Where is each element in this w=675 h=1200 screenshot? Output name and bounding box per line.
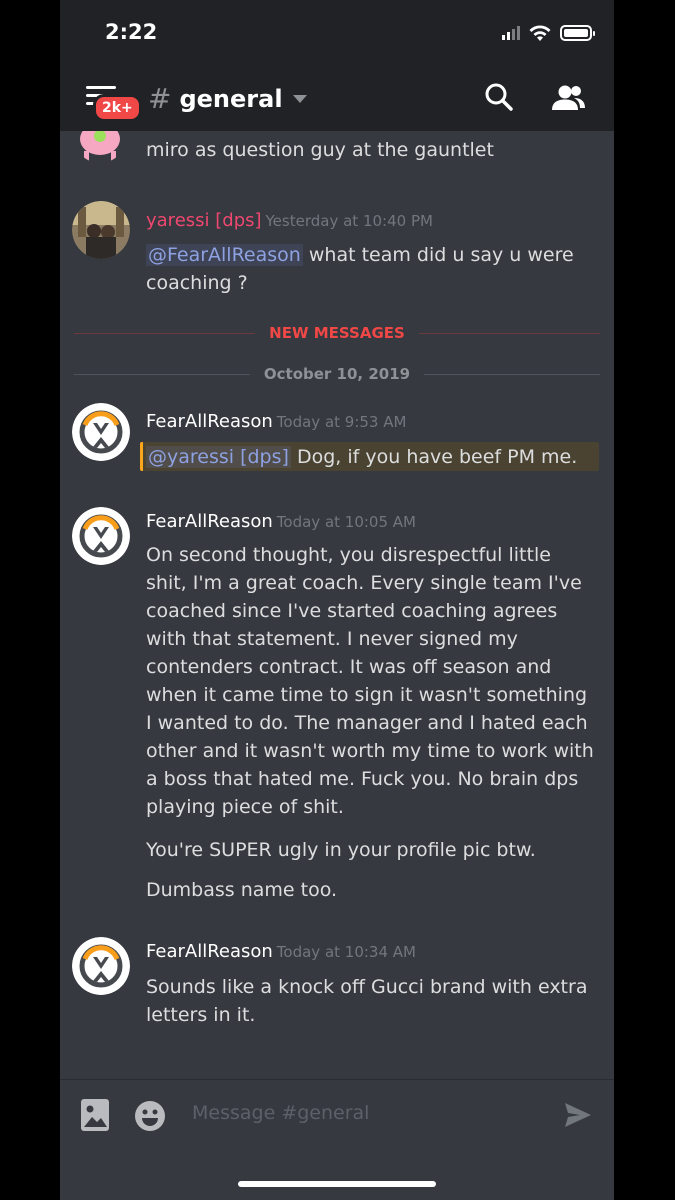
- cellular-signal-icon: [502, 26, 520, 40]
- status-icons: [502, 24, 595, 42]
- date-divider: October 10, 2019: [74, 364, 601, 384]
- overwatch-avatar-icon[interactable]: [72, 937, 130, 995]
- battery-icon: [560, 25, 595, 41]
- user-avatar[interactable]: [72, 201, 130, 259]
- overwatch-avatar-icon[interactable]: [72, 507, 130, 565]
- home-indicator[interactable]: [238, 1181, 436, 1187]
- channel-title: general: [179, 84, 283, 113]
- date-label: October 10, 2019: [263, 365, 411, 383]
- message-input[interactable]: Message #general: [192, 1102, 369, 1124]
- unread-badge: 2k+: [93, 94, 142, 122]
- message-author[interactable]: FearAllReason Today at 10:05 AM: [146, 511, 416, 532]
- search-icon[interactable]: [484, 82, 514, 112]
- author-name: FearAllReason: [146, 511, 273, 532]
- channel-hash-icon: #: [148, 82, 172, 115]
- wifi-icon: [529, 25, 551, 41]
- channel-header[interactable]: # general: [148, 82, 307, 115]
- pig-avatar-icon[interactable]: [74, 131, 126, 163]
- new-messages-label: NEW MESSAGES: [269, 324, 405, 342]
- message-body: Dumbass name too.: [146, 879, 338, 901]
- message-text: Dog, if you have beef PM me.: [290, 446, 578, 468]
- message-body: Sounds like a knock off Gucci brand with…: [146, 976, 588, 1026]
- overwatch-avatar-icon[interactable]: [72, 403, 130, 461]
- message-timestamp: Today at 9:53 AM: [276, 413, 407, 431]
- message-body: @yaressi [dps] Dog, if you have beef PM …: [146, 443, 596, 471]
- author-name: FearAllReason: [146, 411, 273, 432]
- message-author[interactable]: yaressi [dps] Yesterday at 10:40 PM: [146, 210, 433, 231]
- top-bar: 2:22 2k+ # general: [60, 0, 614, 131]
- message-timestamp: Today at 10:05 AM: [276, 513, 416, 531]
- app-screen: 2:22 2k+ # general miro as question guy …: [60, 0, 614, 1200]
- members-icon[interactable]: [550, 84, 586, 112]
- message-author[interactable]: FearAllReason Today at 10:34 AM: [146, 941, 416, 962]
- user-mention[interactable]: @yaressi [dps]: [146, 446, 291, 468]
- author-name: FearAllReason: [146, 941, 273, 962]
- user-mention[interactable]: @FearAllReason: [146, 244, 303, 266]
- image-upload-icon[interactable]: [80, 1098, 110, 1132]
- message-list[interactable]: miro as question guy at the gauntlet yar…: [60, 131, 614, 1079]
- chevron-down-icon: [292, 94, 307, 103]
- new-messages-divider: NEW MESSAGES: [74, 323, 600, 343]
- message-body: miro as question guy at the gauntlet: [146, 139, 494, 161]
- message-author[interactable]: FearAllReason Today at 9:53 AM: [146, 411, 406, 432]
- author-name: yaressi [dps]: [146, 210, 262, 231]
- emoji-icon[interactable]: [134, 1100, 166, 1132]
- status-time: 2:22: [105, 20, 158, 44]
- message-timestamp: Today at 10:34 AM: [276, 943, 416, 961]
- send-icon[interactable]: [564, 1102, 592, 1128]
- message-body: @FearAllReason what team did u say u wer…: [146, 241, 596, 297]
- message-body: You're SUPER ugly in your profile pic bt…: [146, 839, 536, 861]
- message-timestamp: Yesterday at 10:40 PM: [265, 212, 433, 230]
- message-body: On second thought, you disrespectful lit…: [146, 544, 594, 818]
